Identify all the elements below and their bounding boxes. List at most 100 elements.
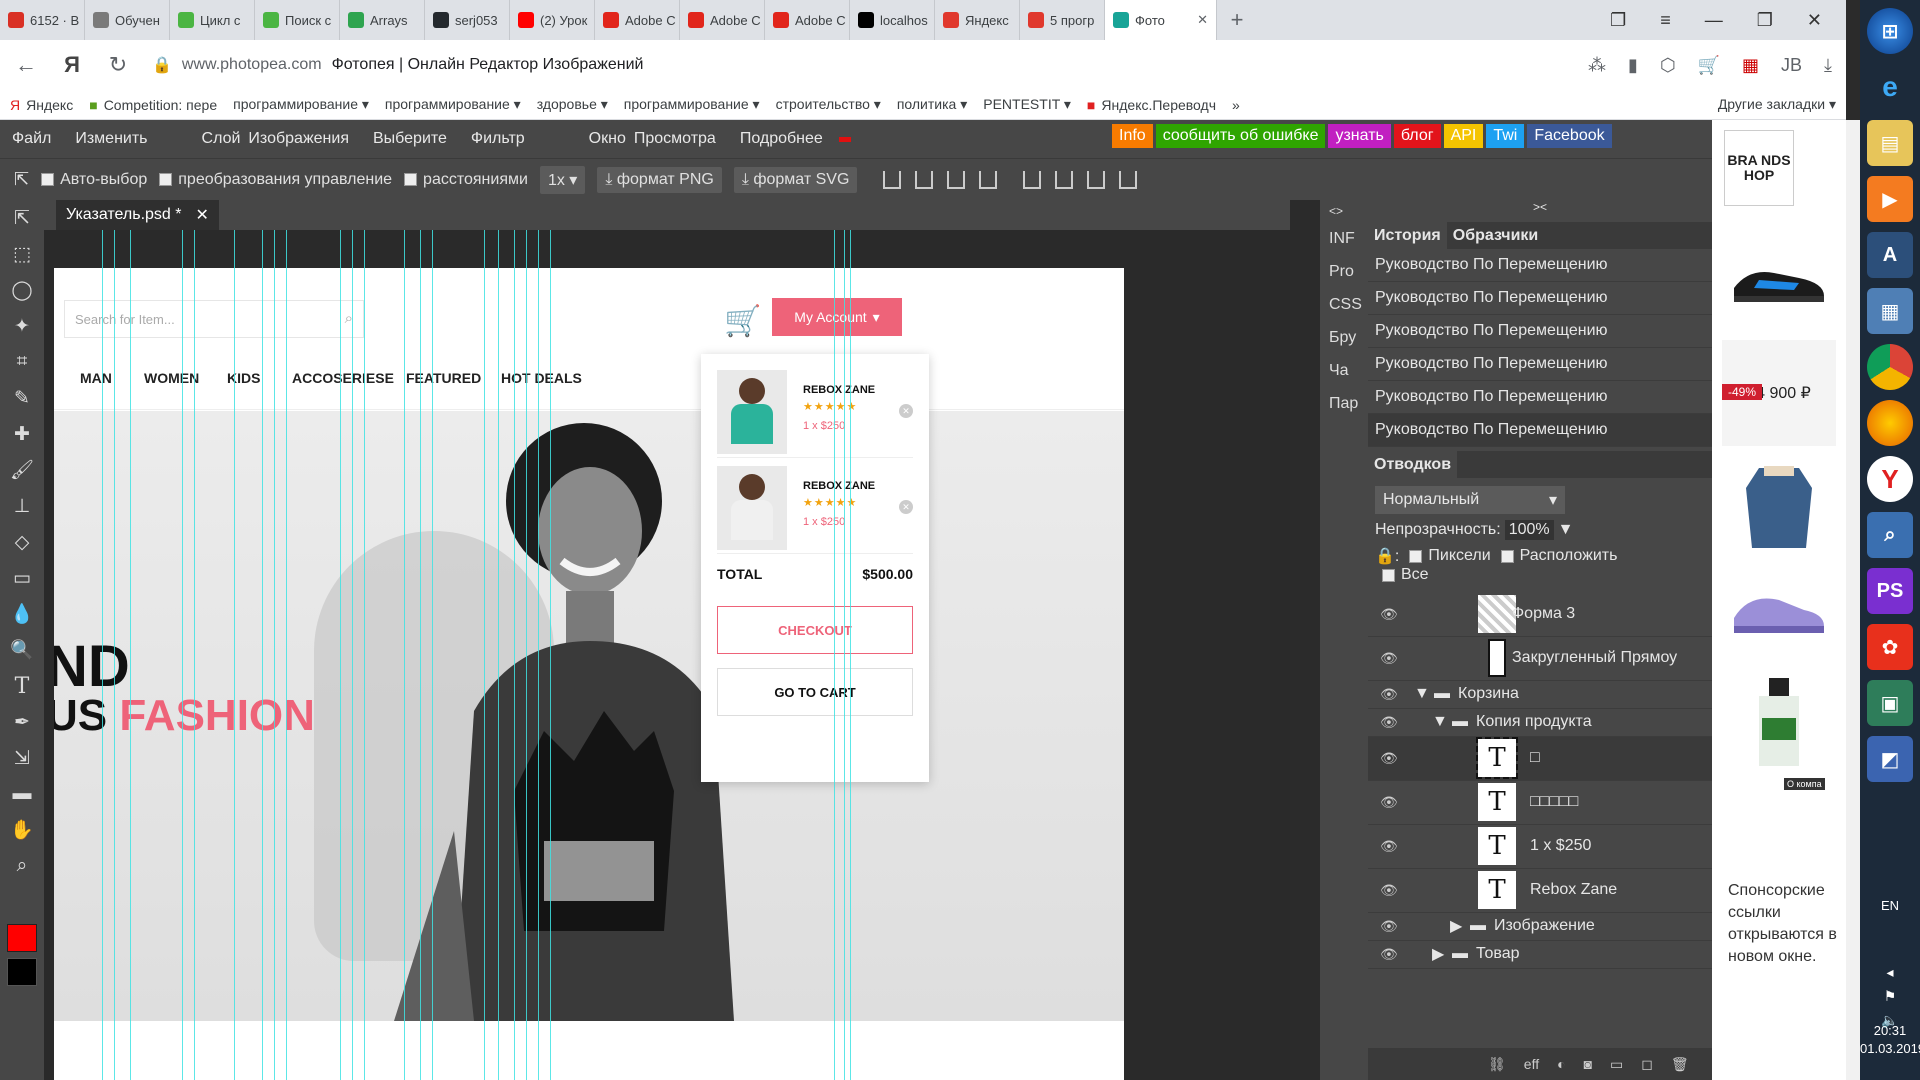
translate-icon[interactable]: ⁂ xyxy=(1588,55,1606,76)
visibility-eye-icon[interactable]: 👁 xyxy=(1380,750,1398,767)
panel-properties[interactable]: Pro xyxy=(1320,255,1368,288)
search-tool-icon[interactable]: ⌕ xyxy=(1867,512,1913,558)
other-bookmarks-button[interactable]: Другие закладки ▾ xyxy=(1718,96,1836,113)
bookmark-item[interactable]: Я Яндекс xyxy=(10,97,73,113)
lock-pixels-checkbox[interactable]: Пиксели xyxy=(1409,547,1491,565)
distances-checkbox[interactable]: расстояниями xyxy=(404,171,528,189)
move-tool-icon[interactable]: ⇱ xyxy=(14,169,29,190)
ad-bottle-image[interactable] xyxy=(1722,670,1836,776)
distribute-v-icon[interactable] xyxy=(1119,170,1138,189)
mask-icon[interactable]: ◙ xyxy=(1584,1056,1592,1072)
foreground-color-swatch[interactable] xyxy=(7,924,37,952)
visibility-eye-icon[interactable]: 👁 xyxy=(1380,946,1398,963)
close-icon[interactable]: ✕ xyxy=(1197,12,1208,28)
photopea-link[interactable]: API xyxy=(1443,124,1484,148)
export-png-button[interactable]: ⤓ формат PNG xyxy=(597,166,722,193)
background-color-swatch[interactable] xyxy=(7,958,37,986)
expand-arrow-icon[interactable]: ▶ xyxy=(1450,916,1462,936)
menu-select[interactable]: Выберите xyxy=(361,130,459,148)
browser-tab[interactable]: (2) Урок xyxy=(510,0,595,40)
layer-row[interactable]: 👁 T □□□□□ xyxy=(1368,781,1712,825)
layer-row[interactable]: 👁 ▼ ▬ Корзина xyxy=(1368,681,1712,709)
panel-toggle-icon[interactable]: <> xyxy=(1320,200,1368,222)
menu-window[interactable]: Окно xyxy=(577,130,630,148)
extension-cube-icon[interactable]: ⬡ xyxy=(1660,55,1676,76)
canvas-area[interactable]: Search for Item... ⌕ 🛒 My Account ▾ MAN … xyxy=(44,230,1290,1080)
menu-filter[interactable]: Фильтр xyxy=(459,130,537,148)
back-icon[interactable]: ← xyxy=(14,52,38,78)
ad-about-badge[interactable]: О компа xyxy=(1784,778,1825,790)
jb-extension-icon[interactable]: JB xyxy=(1781,55,1802,76)
url-field[interactable]: 🔒 www.photopea.com Фотопея | Онлайн Реда… xyxy=(152,55,1566,75)
adjustment-icon[interactable]: ◐ xyxy=(1557,1056,1565,1072)
visibility-eye-icon[interactable]: 👁 xyxy=(1380,650,1398,667)
panel-brush[interactable]: Бру xyxy=(1320,321,1368,354)
distribute-icon[interactable] xyxy=(979,170,998,189)
download-icon[interactable]: ⤓ xyxy=(1824,55,1832,76)
photopea-link[interactable]: узнать xyxy=(1328,124,1391,148)
pen-tool-icon[interactable]: ✒ xyxy=(0,704,44,740)
auto-select-checkbox[interactable]: Авто-выбор xyxy=(41,171,147,189)
maximize-icon[interactable]: ❐ xyxy=(1757,10,1773,31)
browser-tab[interactable]: Adobe С xyxy=(595,0,680,40)
history-item[interactable]: Руководство По Перемещению xyxy=(1368,315,1712,348)
lock-position-checkbox[interactable]: Расположить xyxy=(1500,547,1617,565)
browser-tab[interactable]: Фото ✕ xyxy=(1105,0,1217,40)
aimp-icon[interactable]: A xyxy=(1867,232,1913,278)
menu-more[interactable]: Подробнее xyxy=(728,130,835,148)
browser-tab[interactable]: Яндекс xyxy=(935,0,1020,40)
history-item[interactable]: Руководство По Перемещению xyxy=(1368,249,1712,282)
bookmark-item[interactable]: строительство ▾ xyxy=(776,96,881,113)
photopea-link[interactable]: Twi xyxy=(1486,124,1525,148)
shape-tool-icon[interactable]: ▬ xyxy=(0,776,44,812)
trash-icon[interactable]: 🗑 xyxy=(1671,1056,1689,1073)
layer-row[interactable]: 👁 T 1 x $250 xyxy=(1368,825,1712,869)
layer-row[interactable]: 👁 ▶ ▬ Изображение xyxy=(1368,913,1712,941)
move-tool-icon[interactable]: ⇱ xyxy=(0,200,44,236)
photopea-link[interactable]: сообщить об ошибке xyxy=(1155,124,1326,148)
chevron-down-icon[interactable]: ▼ xyxy=(1558,521,1574,539)
flag-extension-icon[interactable]: ▦ xyxy=(1742,55,1759,76)
network-icon[interactable]: ⚑ xyxy=(1860,984,1920,1008)
browser-tab[interactable]: Поиск с xyxy=(255,0,340,40)
remote-desktop-icon[interactable]: ◩ xyxy=(1867,736,1913,782)
network-monitor-icon[interactable]: ▣ xyxy=(1867,680,1913,726)
clock[interactable]: 20:31 01.03.2019 xyxy=(1860,1022,1920,1058)
language-indicator[interactable]: EN xyxy=(1860,898,1920,913)
history-item[interactable]: Руководство По Перемещению xyxy=(1368,348,1712,381)
align-right-icon[interactable] xyxy=(947,170,966,189)
chrome-icon[interactable] xyxy=(1867,344,1913,390)
align-bottom-icon[interactable] xyxy=(1087,170,1106,189)
layer-row[interactable]: 👁 Форма 3 xyxy=(1368,593,1712,637)
marquee-tool-icon[interactable]: ⬚ xyxy=(0,236,44,272)
layer-row[interactable]: 👁 Закругленный Прямоу xyxy=(1368,637,1712,681)
brandshop-logo[interactable]: BRA NDS HOP xyxy=(1724,130,1794,206)
layer-row[interactable]: 👁 ▼ ▬ Копия продукта xyxy=(1368,709,1712,737)
bookmark-item[interactable]: ■ Яндекс.Переводч xyxy=(1087,97,1216,113)
ie-icon[interactable]: e xyxy=(1867,64,1913,110)
photopea-link[interactable]: блог xyxy=(1393,124,1441,148)
bookmark-item[interactable]: политика ▾ xyxy=(897,96,967,113)
effects-label[interactable]: eff xyxy=(1524,1056,1539,1072)
reload-icon[interactable]: ↻ xyxy=(106,52,130,78)
browser-tab[interactable]: Adobe С xyxy=(680,0,765,40)
link-icon[interactable]: ⛓ xyxy=(1488,1056,1506,1073)
visibility-eye-icon[interactable]: 👁 xyxy=(1380,918,1398,935)
menu-file[interactable]: Файл xyxy=(0,130,63,148)
export-svg-button[interactable]: ⤓ формат SVG xyxy=(733,166,858,193)
browser-tab[interactable]: serj053 xyxy=(425,0,510,40)
close-window-icon[interactable]: ✕ xyxy=(1807,10,1822,31)
layer-row[interactable]: 👁 T □ xyxy=(1368,736,1712,781)
opacity-input[interactable]: 100% xyxy=(1504,520,1554,540)
page-scrollbar[interactable] xyxy=(1846,120,1860,1080)
brush-tool-icon[interactable]: 🖌 xyxy=(0,452,44,488)
calculator-icon[interactable]: ▦ xyxy=(1867,288,1913,334)
cart-extension-icon[interactable]: 🛒 xyxy=(1698,55,1720,76)
crop-tool-icon[interactable]: ⌗ xyxy=(0,344,44,380)
menu-layer[interactable]: Слой xyxy=(190,130,245,148)
new-layer-icon[interactable]: ◻ xyxy=(1641,1056,1653,1073)
zoom-tool-icon[interactable]: ⌕ xyxy=(0,848,44,884)
browser-tab[interactable]: 6152 · В xyxy=(0,0,85,40)
new-tab-button[interactable]: + xyxy=(1217,0,1257,40)
panel-paragraph[interactable]: Пар xyxy=(1320,387,1368,420)
